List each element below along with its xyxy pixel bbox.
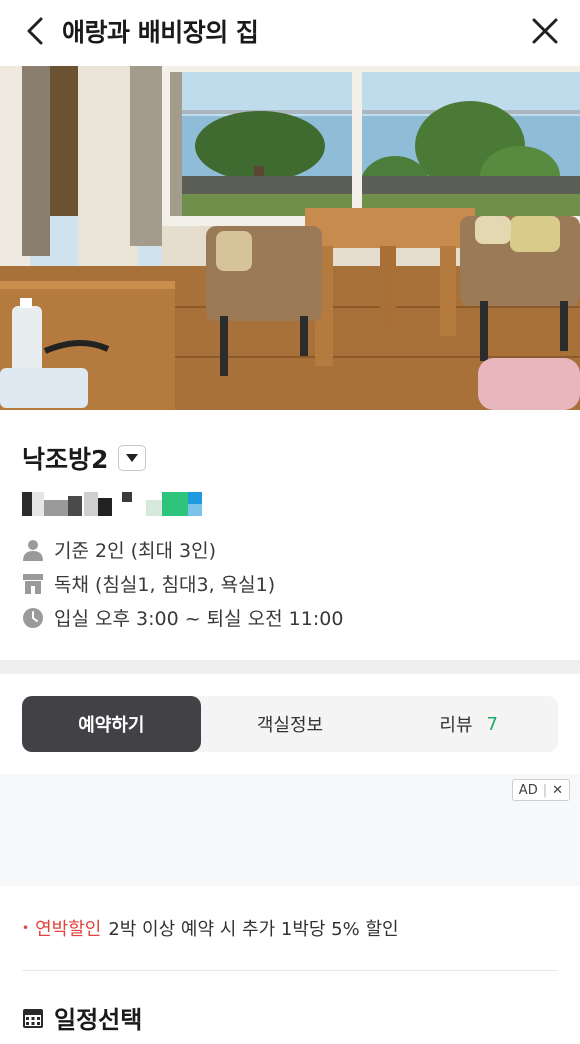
discount-notice: • 연박할인 2박 이상 예약 시 추가 1박당 5% 할인	[22, 915, 399, 941]
divider	[22, 970, 558, 971]
clock-icon	[22, 607, 44, 629]
checkin-checkout-text: 입실 오후 3:00 ~ 퇴실 오전 11:00	[54, 608, 344, 630]
room-type-row: 독채 (침실1, 침대3, 욕실1)	[22, 570, 275, 597]
room-name: 낙조방2	[22, 445, 109, 474]
caret-down-icon	[126, 454, 139, 462]
tab-reservation[interactable]: 예약하기	[22, 696, 201, 752]
ad-close-icon[interactable]: ✕	[552, 783, 563, 798]
tab-reviews-label: 리뷰	[439, 715, 473, 736]
room-type-text: 독채 (침실1, 침대3, 욕실1)	[54, 574, 276, 596]
back-button[interactable]	[14, 10, 56, 52]
top-header: 애랑과 배비장의 집	[0, 0, 580, 62]
room-select-dropdown[interactable]	[118, 445, 147, 471]
close-button[interactable]	[524, 10, 566, 52]
room-name-row: 낙조방2	[22, 440, 147, 476]
capacity-row: 기준 2인 (최대 3인)	[22, 536, 216, 563]
ad-badge[interactable]: AD | ✕	[511, 779, 570, 801]
person-icon	[22, 539, 44, 561]
section-divider	[0, 660, 580, 674]
schedule-section-title: 일정선택	[22, 1000, 142, 1035]
tab-room-info[interactable]: 객실정보	[201, 696, 380, 752]
tab-reservation-label: 예약하기	[78, 715, 145, 736]
room-photo-illustration	[0, 66, 580, 410]
ad-label: AD	[518, 782, 538, 798]
calendar-icon	[23, 1008, 43, 1028]
tab-bar: 예약하기 객실정보 리뷰 7	[22, 696, 558, 752]
ad-separator: |	[542, 782, 548, 798]
tab-reviews[interactable]: 리뷰 7	[379, 696, 558, 752]
review-count: 7	[486, 713, 498, 735]
ad-banner[interactable]: AD | ✕	[0, 774, 580, 886]
room-photo[interactable]: 1 / 10	[0, 66, 580, 410]
chevron-left-icon	[27, 17, 43, 45]
discount-label: 연박할인	[35, 919, 102, 940]
bullet-icon: •	[22, 921, 30, 935]
page-title: 애랑과 배비장의 집	[62, 18, 259, 47]
schedule-title: 일정선택	[54, 1006, 143, 1034]
redacted-price	[22, 492, 222, 516]
capacity-text: 기준 2인 (최대 3인)	[54, 540, 217, 562]
house-icon	[22, 573, 44, 595]
checkin-row: 입실 오후 3:00 ~ 퇴실 오전 11:00	[22, 604, 343, 631]
discount-text: 2박 이상 예약 시 추가 1박당 5% 할인	[108, 919, 399, 940]
close-icon	[532, 18, 558, 44]
tab-room-info-label: 객실정보	[256, 715, 324, 736]
